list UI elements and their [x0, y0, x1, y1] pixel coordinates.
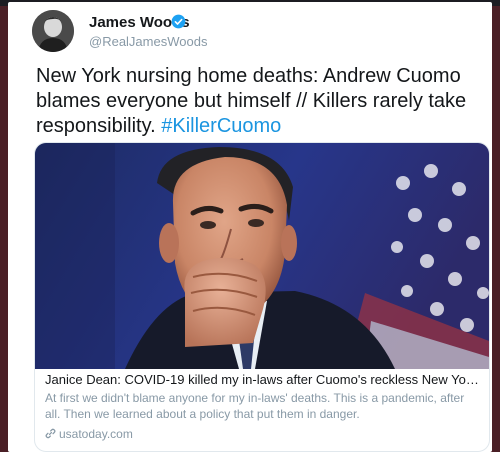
card-description: At first we didn't blame anyone for my i… [45, 391, 465, 421]
card-domain[interactable]: usatoday.com [45, 426, 133, 442]
link-preview-card[interactable]: Janice Dean: COVID-19 killed my in-laws … [34, 142, 490, 452]
card-image[interactable] [35, 143, 489, 369]
card-domain-text[interactable]: usatoday.com [59, 427, 133, 441]
tweet-text: New York nursing home deaths: Andrew Cuo… [36, 64, 492, 139]
card-title[interactable]: Janice Dean: COVID-19 killed my in-laws … [45, 372, 481, 388]
hashtag-link[interactable]: #KillerCuomo [161, 115, 281, 137]
avatar[interactable] [32, 10, 74, 52]
verified-badge-icon [171, 14, 186, 29]
tweet-card[interactable]: James Woods @RealJamesWoods New York nur… [8, 2, 492, 452]
link-icon [45, 428, 56, 439]
handle[interactable]: @RealJamesWoods [89, 34, 207, 49]
